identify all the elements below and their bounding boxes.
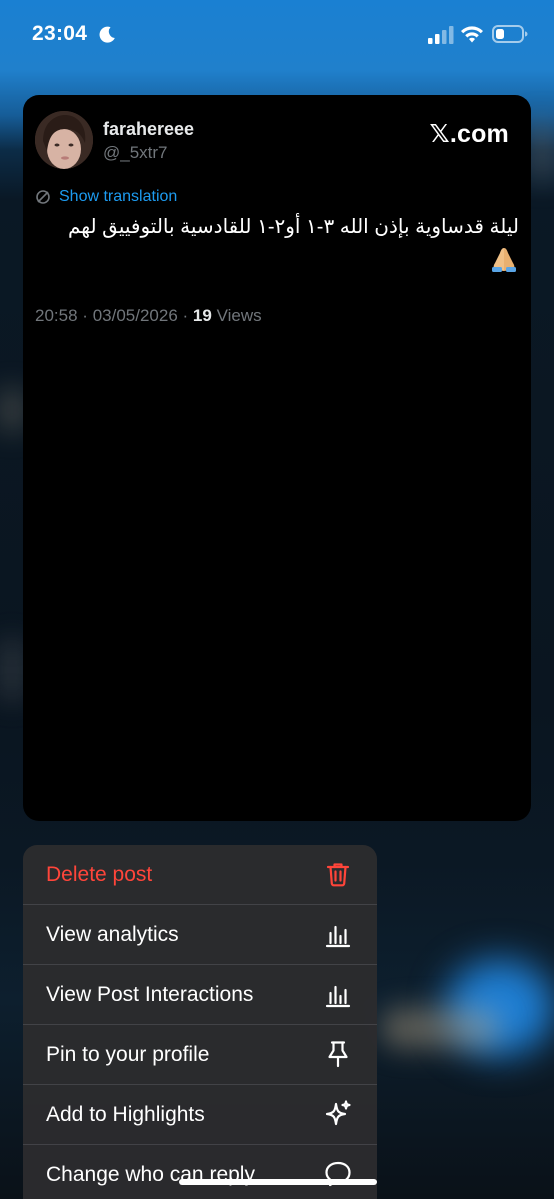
home-indicator[interactable] <box>179 1179 377 1185</box>
interactions-icon <box>325 985 351 1008</box>
analytics-icon <box>325 925 351 948</box>
menu-item-label: Delete post <box>46 863 153 886</box>
background-blur <box>0 640 24 700</box>
show-translation-link[interactable]: Show translation <box>35 186 177 208</box>
post-text: ليلة قدساوية بإذن الله ٣-١ أو٢-١ للقادسي… <box>67 216 519 238</box>
post-time: 20:58 <box>35 306 78 325</box>
menu-item-change-who-can-reply[interactable]: Change who can reply <box>23 1145 377 1199</box>
post-preview-card[interactable]: farahereee @_5xtr7 𝕏.com Show translatio… <box>23 95 531 821</box>
battery-icon <box>492 25 528 43</box>
wifi-icon <box>461 26 483 43</box>
menu-item-label: Add to Highlights <box>46 1103 205 1126</box>
background-blur <box>0 390 24 430</box>
avatar-image <box>35 111 93 169</box>
trash-icon <box>326 863 350 887</box>
translate-icon <box>36 190 50 204</box>
menu-item-view-post-interactions[interactable]: View Post Interactions <box>23 965 377 1025</box>
menu-item-label: Pin to your profile <box>46 1043 210 1066</box>
post-date: 03/05/2026 <box>92 306 178 325</box>
menu-item-add-to-highlights[interactable]: Add to Highlights <box>23 1085 377 1145</box>
status-bar: 23:04 <box>0 0 554 70</box>
menu-item-label: View Post Interactions <box>46 983 254 1006</box>
post-context-menu: Delete post View analytics View Post Int… <box>23 845 377 1199</box>
x-logo: 𝕏.com <box>429 120 509 148</box>
menu-item-view-analytics[interactable]: View analytics <box>23 905 377 965</box>
pray-emoji <box>492 248 516 272</box>
menu-item-pin-to-profile[interactable]: Pin to your profile <box>23 1025 377 1085</box>
views-label: Views <box>216 306 262 325</box>
moon-icon <box>99 26 115 43</box>
user-handle[interactable]: @_5xtr7 <box>103 143 168 163</box>
menu-item-label: View analytics <box>46 923 179 946</box>
background-blur <box>380 1008 500 1048</box>
meta-separator: · <box>182 306 189 325</box>
avatar[interactable] <box>35 111 93 169</box>
show-translation-label[interactable]: Show translation <box>59 188 177 206</box>
pin-icon <box>328 1041 348 1068</box>
display-name[interactable]: farahereee <box>103 119 194 140</box>
status-time: 23:04 <box>32 22 88 45</box>
post-meta: 20:58 · 03/05/2026 · 19 Views <box>35 306 262 326</box>
signal-icon <box>428 26 454 44</box>
sparkle-icon <box>325 1100 351 1126</box>
menu-item-delete-post[interactable]: Delete post <box>23 845 377 905</box>
meta-separator: · <box>82 306 88 325</box>
background-blur <box>530 120 554 180</box>
views-count: 19 <box>192 306 212 325</box>
